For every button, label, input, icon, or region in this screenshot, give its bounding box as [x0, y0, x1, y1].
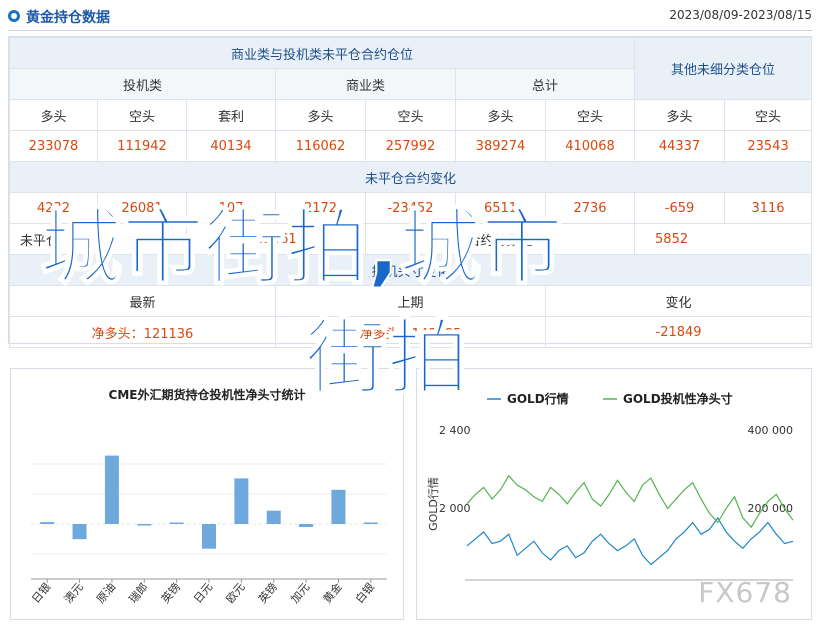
column-header: 空头: [544, 99, 636, 131]
positions-table-panel: 商业类与投机类未平仓合约仓位 其他未细分类仓位 投机类 商业类 总计 多头 空头套…: [8, 36, 813, 348]
sub-group-total: 总计: [454, 68, 636, 100]
x-tick-label: 英镑: [158, 580, 183, 606]
bar: [299, 524, 314, 528]
bar: [104, 455, 119, 524]
cme-net-position-chart: CME外汇期货持仓投机性净头寸统计 日银 澳元 原油 瑞郎 英镑 日元 欧元 英镑 加元 黄金 白银: [10, 368, 404, 620]
change-value: -659: [634, 192, 726, 224]
sub-group-speculative: 投机类: [9, 68, 276, 100]
column-header: 多头: [9, 99, 98, 131]
bar: [202, 524, 216, 549]
change-title: 未平仓合约变化: [8, 161, 813, 193]
position-value: 233078: [9, 130, 98, 162]
row5-latest: 最新: [9, 285, 276, 317]
date-range: 2023/08/09-2023/08/15: [669, 8, 812, 22]
position-value: 410068: [544, 130, 636, 162]
right-tick-label: 200 000: [748, 502, 794, 515]
position-value: 111942: [97, 130, 187, 162]
bar: [40, 522, 55, 524]
row6-previous: 净多头：143985: [275, 316, 546, 348]
column-header: 空头: [97, 99, 187, 131]
left-tick-label: 2 400: [439, 424, 471, 437]
page-title: 黄金持仓数据: [26, 10, 110, 26]
x-tick-label: 黄金: [320, 580, 345, 606]
row6-latest: 净多头：121136: [9, 316, 276, 348]
row3-value-2: 5852: [634, 223, 813, 255]
position-value: 116062: [275, 130, 366, 162]
bar: [331, 489, 346, 524]
series-line: [466, 516, 794, 566]
group-title: 商业类与投机类未平仓合约仓位: [8, 37, 636, 69]
column-header: 套利: [186, 99, 276, 131]
row3-value-1: 43461: [186, 223, 366, 255]
page-header: 黄金持仓数据 2023/08/09-2023/08/15: [8, 6, 812, 28]
row5-previous: 上期: [275, 285, 546, 317]
x-tick-label: 澳元: [62, 581, 86, 606]
x-tick-label: 瑞郎: [126, 580, 151, 606]
series-line: [466, 474, 794, 529]
watermark: FX678: [698, 576, 792, 609]
legend-label: GOLD投机性净头寸: [623, 391, 733, 406]
bar: [363, 522, 378, 524]
x-tick-label: 英镑: [255, 580, 280, 606]
column-header: 多头: [275, 99, 366, 131]
cme-chart-title: CME外汇期货持仓投机性净头寸统计: [109, 387, 306, 402]
x-tick-label: 欧元: [224, 581, 248, 606]
x-tick-label: 加元: [288, 581, 312, 606]
change-value: -23452: [365, 192, 456, 224]
y-axis-label: GOLD行情: [427, 477, 440, 531]
change-value: 3116: [724, 192, 813, 224]
position-value: 44337: [634, 130, 726, 162]
position-value: 23543: [724, 130, 813, 162]
row5-change: 变化: [544, 285, 813, 317]
row6-change: -21849: [544, 316, 813, 348]
change-value: 107: [186, 192, 276, 224]
right-tick-label: 400 000: [748, 424, 794, 437]
left-tick-label: 2 000: [439, 502, 471, 515]
column-header: 多头: [634, 99, 726, 131]
cme-chart-svg: CME外汇期货持仓投机性净头寸统计 日银 澳元 原油 瑞郎 英镑 日元 欧元 英镑 加元 黄金 白银: [29, 387, 387, 606]
x-tick-label: 白银: [352, 580, 377, 606]
bar: [137, 524, 152, 526]
change-value: 26081: [97, 192, 187, 224]
position-value: 257992: [365, 130, 456, 162]
x-tick-label: 日元: [191, 581, 215, 606]
column-header: 空头: [724, 99, 813, 131]
position-value: 389274: [455, 130, 546, 162]
x-tick-label: 原油: [93, 580, 118, 606]
row3-mid-label: 合约总数量: [364, 223, 636, 255]
change-value: 6511: [455, 192, 546, 224]
position-value: 40134: [186, 130, 276, 162]
column-header: 空头: [365, 99, 456, 131]
positions-table: 商业类与投机类未平仓合约仓位 其他未细分类仓位 投机类 商业类 总计 多头 空头套…: [8, 37, 813, 348]
column-header: 多头: [455, 99, 546, 131]
change-value: 2736: [544, 192, 636, 224]
x-tick-label: 日银: [29, 580, 54, 606]
row4-title: 投机头寸变化: [8, 254, 813, 286]
row3-label: 未平仓: [9, 223, 187, 255]
header-divider: [8, 30, 812, 31]
change-value: 2172: [275, 192, 366, 224]
legend-label: GOLD行情: [507, 391, 569, 406]
bar: [169, 522, 184, 524]
other-title: 其他未细分类仓位: [634, 37, 813, 100]
bullet-icon: [8, 10, 20, 22]
bar: [72, 524, 87, 540]
sub-group-commercial: 商业类: [275, 68, 456, 100]
bar: [234, 478, 249, 524]
change-value: 4232: [9, 192, 98, 224]
bar: [266, 510, 281, 524]
